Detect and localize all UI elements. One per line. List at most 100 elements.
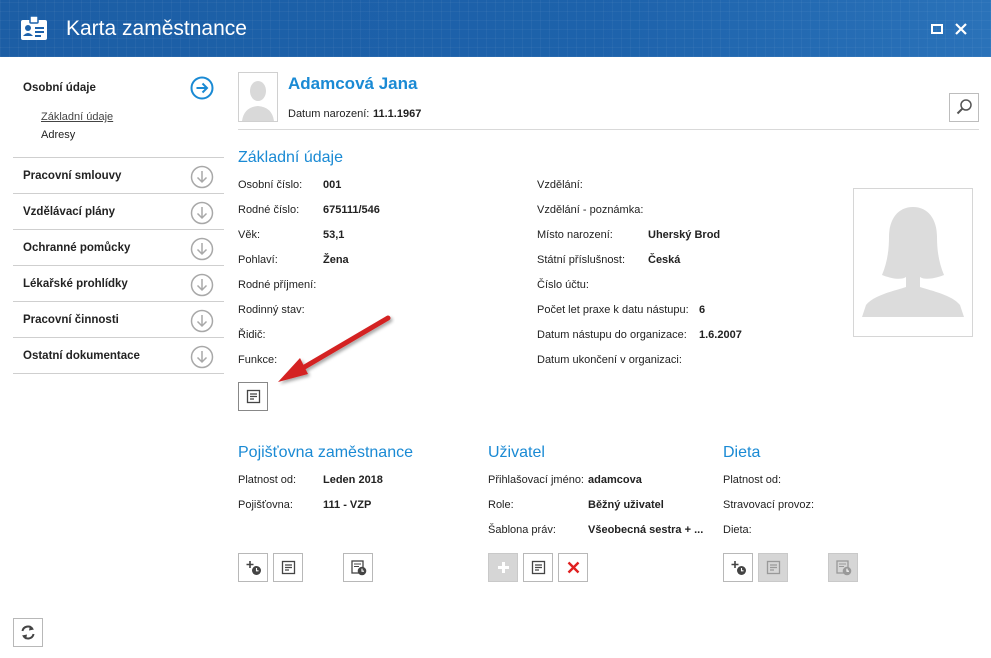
field-label: Přihlašovací jméno: (488, 474, 584, 486)
refresh-button[interactable] (13, 618, 43, 647)
sidebar-item-label: Pracovní smlouvy (23, 170, 122, 182)
person-silhouette-icon (862, 207, 964, 317)
field-label: Státní příslušnost: (537, 254, 626, 266)
field-value: 675111/546 (323, 204, 380, 216)
arrow-down-circle-icon[interactable] (190, 273, 214, 297)
employee-photo (853, 188, 973, 337)
field-value: 001 (323, 179, 342, 191)
field-label: Věk: (238, 229, 261, 241)
close-icon[interactable] (954, 22, 968, 36)
edit-insurance-button[interactable] (273, 553, 303, 582)
section-title-diet: Dieta (723, 444, 761, 461)
field-label: Pojišťovna: (238, 499, 293, 511)
field-label: Osobní číslo: (238, 179, 303, 191)
field-value: Žena (323, 254, 349, 266)
field-label: Šablona práv: (488, 524, 556, 536)
sidebar-item-label: Ostatní dokumentace (23, 350, 140, 362)
field-label: Stravovací provoz: (723, 499, 815, 511)
window-title: Karta zaměstnance (66, 17, 247, 40)
edit-button[interactable] (238, 382, 268, 411)
field-value: Všeobecná sestra + ... (588, 524, 704, 536)
field-label: Počet let praxe k datu nástupu: (537, 304, 689, 316)
section-title-user: Uživatel (488, 444, 545, 461)
diet-history-button[interactable] (828, 553, 858, 582)
search-button[interactable] (949, 93, 979, 122)
field-label: Datum ukončení v organizaci: (537, 354, 682, 366)
sidebar-item-label: Ochranné pomůcky (23, 242, 131, 254)
sidebar-subitem-adresy[interactable]: Adresy (41, 129, 75, 141)
add-diet-button[interactable] (723, 553, 753, 582)
sidebar-item-vzdelavaci-plany[interactable]: Vzdělávací plány (13, 194, 224, 230)
field-label: Dieta: (723, 524, 752, 536)
field-label: Řidič: (238, 329, 266, 341)
field-value: Běžný uživatel (588, 499, 664, 511)
edit-user-button[interactable] (523, 553, 553, 582)
maximize-icon[interactable] (930, 22, 944, 36)
section-title-insurance: Pojišťovna zaměstnance (238, 444, 413, 461)
field-label: Rodné číslo: (238, 204, 300, 216)
edit-document-icon (281, 560, 296, 575)
field-label: Platnost od: (723, 474, 782, 486)
divider (238, 129, 979, 130)
add-user-button[interactable] (488, 553, 518, 582)
insurance-history-button[interactable] (343, 553, 373, 582)
field-value: adamcova (588, 474, 642, 486)
id-card-icon (21, 15, 47, 40)
edit-document-icon (531, 560, 546, 575)
search-icon (956, 99, 972, 115)
avatar (238, 72, 278, 122)
arrow-down-circle-icon[interactable] (190, 345, 214, 369)
document-clock-icon (836, 560, 852, 576)
field-value: 53,1 (323, 229, 345, 241)
refresh-icon (21, 625, 35, 640)
sidebar-item-label: Pracovní činnosti (23, 314, 119, 326)
sidebar-item-ochranne-pomucky[interactable]: Ochranné pomůcky (13, 230, 224, 266)
sidebar-item-osobni-udaje[interactable]: Osobní údaje Základní údaje Adresy (13, 70, 224, 158)
add-clock-icon (731, 561, 746, 575)
field-label: Role: (488, 499, 514, 511)
field-label: Vzdělání: (537, 179, 583, 191)
field-label: Pohlaví: (238, 254, 278, 266)
annotation-arrow-icon (278, 315, 391, 382)
sidebar-subitem-zakladni-udaje[interactable]: Základní údaje (41, 111, 113, 123)
sidebar: Osobní údaje Základní údaje Adresy Praco… (13, 70, 224, 374)
sidebar-item-label: Vzdělávací plány (23, 206, 116, 218)
arrow-down-circle-icon[interactable] (190, 309, 214, 333)
dob-value: 11.1.1967 (373, 108, 422, 120)
sidebar-item-label: Lékařské prohlídky (23, 278, 128, 290)
delete-user-button[interactable] (558, 553, 588, 582)
arrow-right-circle-icon[interactable] (190, 76, 214, 100)
plus-icon (498, 562, 509, 573)
field-label: Rodné příjmení: (238, 279, 317, 291)
field-value: Leden 2018 (323, 474, 383, 486)
add-clock-icon (246, 561, 261, 575)
arrow-down-circle-icon[interactable] (190, 201, 214, 225)
sidebar-item-label: Osobní údaje (23, 82, 96, 94)
field-value: 1.6.2007 (699, 329, 742, 341)
sidebar-item-ostatni-dokumentace[interactable]: Ostatní dokumentace (13, 338, 224, 374)
sidebar-item-pracovni-smlouvy[interactable]: Pracovní smlouvy (13, 158, 224, 194)
field-value: Česká (648, 254, 681, 266)
person-silhouette-icon (242, 81, 274, 121)
field-label: Datum nástupu do organizace: (537, 329, 687, 341)
arrow-down-circle-icon[interactable] (190, 165, 214, 189)
edit-diet-button[interactable] (758, 553, 788, 582)
field-value: Uherský Brod (648, 229, 721, 241)
field-value: 111 - VZP (323, 499, 372, 511)
section-title-basic: Základní údaje (238, 149, 343, 166)
edit-document-icon (246, 389, 261, 404)
document-clock-icon (351, 560, 367, 576)
field-label: Místo narození: (537, 229, 613, 241)
person-name: Adamcová Jana (288, 74, 418, 93)
add-insurance-button[interactable] (238, 553, 268, 582)
arrow-down-circle-icon[interactable] (190, 237, 214, 261)
window-titlebar: Karta zaměstnance (0, 0, 991, 57)
edit-document-icon (766, 560, 781, 575)
dob-label: Datum narození: (288, 108, 370, 120)
field-value: 6 (699, 304, 706, 316)
field-label: Vzdělání - poznámka: (537, 204, 644, 216)
sidebar-item-pracovni-cinnosti[interactable]: Pracovní činnosti (13, 302, 224, 338)
sidebar-item-lekarske-prohlidky[interactable]: Lékařské prohlídky (13, 266, 224, 302)
field-label: Platnost od: (238, 474, 297, 486)
field-label: Číslo účtu: (537, 279, 589, 291)
